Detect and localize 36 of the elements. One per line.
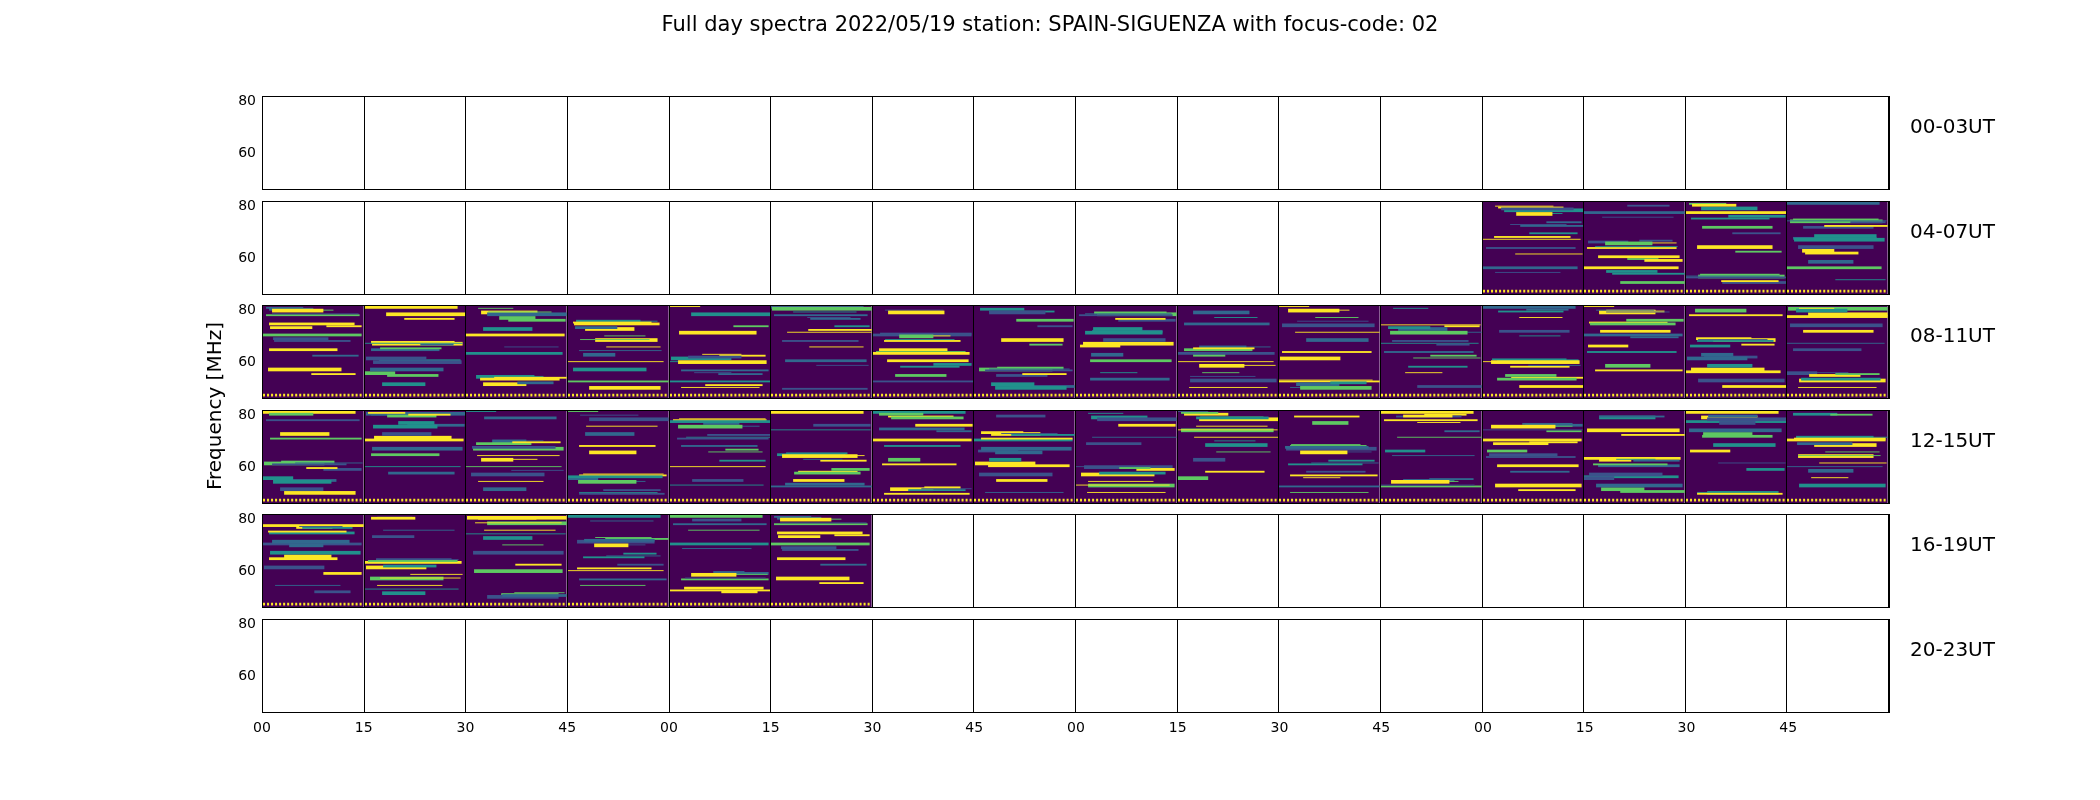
tick-label: 60 — [238, 458, 256, 474]
row-label: 16-19UT — [1909, 531, 1995, 558]
tick-label: 60 — [238, 667, 256, 683]
tick-label: 80 — [238, 511, 256, 526]
tick-label: 60 — [238, 354, 256, 369]
tick-label: 00 — [253, 719, 271, 735]
tick-label: 80 — [238, 93, 256, 108]
tick-label: 80 — [238, 302, 256, 317]
tick-label: 30 — [1677, 719, 1696, 735]
tick-label: 00 — [660, 719, 678, 735]
tick-label: 45 — [558, 719, 577, 735]
chart-title: Full day spectra 2022/05/19 station: SPAIN-SIGUENZA with focus-code: 02 — [660, 11, 1440, 38]
tick-label: 15 — [354, 719, 373, 735]
tick-label: 15 — [761, 719, 780, 735]
tick-label: 30 — [456, 719, 475, 735]
row-label: 20-23UT — [1909, 635, 1995, 663]
tick-label: 60 — [238, 249, 256, 265]
tick-label: 45 — [965, 719, 984, 735]
axis-label: Frequency [MHz] — [202, 321, 226, 491]
tick-label: 00 — [1474, 719, 1492, 735]
tick-label: 80 — [238, 615, 256, 631]
tick-label: 60 — [238, 145, 256, 160]
tick-label: 15 — [1168, 719, 1187, 735]
tick-label: 30 — [863, 719, 882, 735]
tick-label: 15 — [1575, 719, 1594, 735]
tick-label: 80 — [238, 197, 256, 213]
row-label: 08-11UT — [1909, 322, 1995, 349]
tick-label: 30 — [1270, 719, 1289, 735]
row-label: 04-07UT — [1909, 217, 1995, 245]
tick-label: 45 — [1372, 719, 1391, 735]
row-label: 12-15UT — [1909, 426, 1995, 454]
row-label: 00-03UT — [1909, 113, 1995, 140]
tick-label: 00 — [1067, 719, 1085, 735]
tick-label: 45 — [1779, 719, 1798, 735]
tick-label: 80 — [238, 406, 256, 422]
tick-label: 60 — [238, 563, 256, 578]
